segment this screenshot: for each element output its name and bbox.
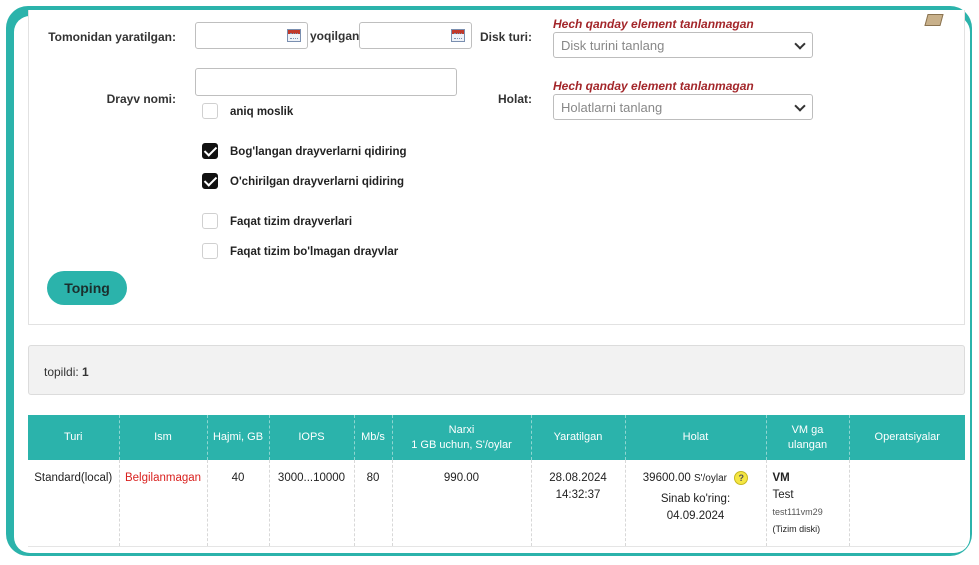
drive-name-label: Drayv nomi: xyxy=(106,92,176,106)
col-vm-line2: ulangan xyxy=(787,438,828,451)
disks-table: Turi Ism Hajmi, GB IOPS Mb/s Narxi 1 GB … xyxy=(28,415,965,547)
deleted-drives-checkbox[interactable] xyxy=(202,173,218,189)
vm-label: VM xyxy=(772,472,790,484)
created-from-input[interactable] xyxy=(195,22,308,49)
col-status[interactable]: Holat xyxy=(625,415,767,460)
trial-label: Sinab ko'ring: xyxy=(660,493,731,505)
col-vm-line1: VM ga xyxy=(791,423,824,436)
col-created[interactable]: Yaratilgan xyxy=(531,415,626,460)
cell-name[interactable]: Belgilanmagan xyxy=(119,460,208,547)
vm-name[interactable]: Test xyxy=(773,487,849,504)
disk-type-placeholder: Disk turini tanlang xyxy=(561,38,665,53)
disk-type-select[interactable]: Disk turini tanlang xyxy=(553,32,813,58)
disk-type-warning: Hech qanday element tanlanmagan xyxy=(553,17,754,31)
col-mbs[interactable]: Mb/s xyxy=(354,415,393,460)
vm-disk-type: (Tizim diski) xyxy=(772,524,821,534)
calendar-icon[interactable] xyxy=(451,29,465,42)
vm-id: test111vm29 xyxy=(772,507,823,517)
connected-drives-label: Bog'langan drayverlarni qidiring xyxy=(230,146,407,158)
deleted-drives-label: O'chirilgan drayverlarni qidiring xyxy=(230,176,404,188)
calendar-icon[interactable] xyxy=(287,29,301,42)
filter-panel xyxy=(28,10,965,325)
help-icon[interactable]: ? xyxy=(734,470,749,485)
cell-size: 40 xyxy=(207,460,270,547)
created-time: 14:32:37 xyxy=(555,489,601,501)
created-sep-label: yoqilgan xyxy=(310,29,360,43)
non-system-only-label: Faqat tizim bo'lmagan drayvlar xyxy=(230,246,399,258)
found-label: topildi: xyxy=(44,365,79,379)
table-header-row: Turi Ism Hajmi, GB IOPS Mb/s Narxi 1 GB … xyxy=(28,415,965,460)
col-price-title: Narxi xyxy=(448,423,475,436)
status-amount: 39600.00 xyxy=(642,472,691,484)
status-label: Holat: xyxy=(498,92,532,106)
cell-price: 990.00 xyxy=(392,460,532,547)
status-warning: Hech qanday element tanlanmagan xyxy=(553,79,754,93)
system-only-label: Faqat tizim drayverlari xyxy=(230,216,353,228)
created-date: 28.08.2024 xyxy=(549,472,607,484)
drive-name-input[interactable] xyxy=(195,68,457,96)
cell-type: Standard(local) xyxy=(28,460,120,547)
cell-created: 28.08.2024 14:32:37 xyxy=(531,460,626,547)
status-select[interactable]: Holatlarni tanlang xyxy=(553,94,813,120)
col-iops[interactable]: IOPS xyxy=(269,415,355,460)
cell-status: 39600.00 S'/oylar ? Sinab ko'ring: 04.09… xyxy=(625,460,767,547)
found-count: 1 xyxy=(82,365,89,379)
status-placeholder: Holatlarni tanlang xyxy=(561,100,663,115)
chevron-down-icon xyxy=(794,100,806,112)
system-only-checkbox[interactable] xyxy=(202,213,218,229)
connected-drives-checkbox[interactable] xyxy=(202,143,218,159)
non-system-only-checkbox[interactable] xyxy=(202,243,218,259)
created-to-input[interactable] xyxy=(359,22,472,49)
col-name[interactable]: Ism xyxy=(119,415,208,460)
eraser-icon[interactable] xyxy=(924,14,944,26)
cell-iops: 3000...10000 xyxy=(269,460,355,547)
table-row: Standard(local) Belgilanmagan 40 3000...… xyxy=(28,460,965,547)
status-unit: S'/oylar xyxy=(693,473,727,484)
trial-date: 04.09.2024 xyxy=(666,510,725,522)
exact-match-checkbox[interactable] xyxy=(202,103,218,119)
search-button[interactable]: Toping xyxy=(47,271,127,305)
cell-mbs: 80 xyxy=(354,460,393,547)
created-label: Tomonidan yaratilgan: xyxy=(48,30,176,44)
col-operations[interactable]: Operatsiyalar xyxy=(849,415,965,460)
results-summary: topildi: 1 xyxy=(28,345,965,395)
col-price-unit: 1 GB uchun, S'/oylar xyxy=(411,438,512,451)
cell-vm: VM Test test111vm29 (Tizim diski) xyxy=(766,460,850,547)
chevron-down-icon xyxy=(794,38,806,50)
disk-type-label: Disk turi: xyxy=(479,30,532,44)
col-vm[interactable]: VM ga ulangan xyxy=(766,415,850,460)
col-size[interactable]: Hajmi, GB xyxy=(207,415,270,460)
col-price[interactable]: Narxi 1 GB uchun, S'/oylar xyxy=(392,415,532,460)
exact-match-label: aniq moslik xyxy=(230,106,294,118)
col-type[interactable]: Turi xyxy=(28,415,120,460)
cell-operations xyxy=(849,460,965,547)
